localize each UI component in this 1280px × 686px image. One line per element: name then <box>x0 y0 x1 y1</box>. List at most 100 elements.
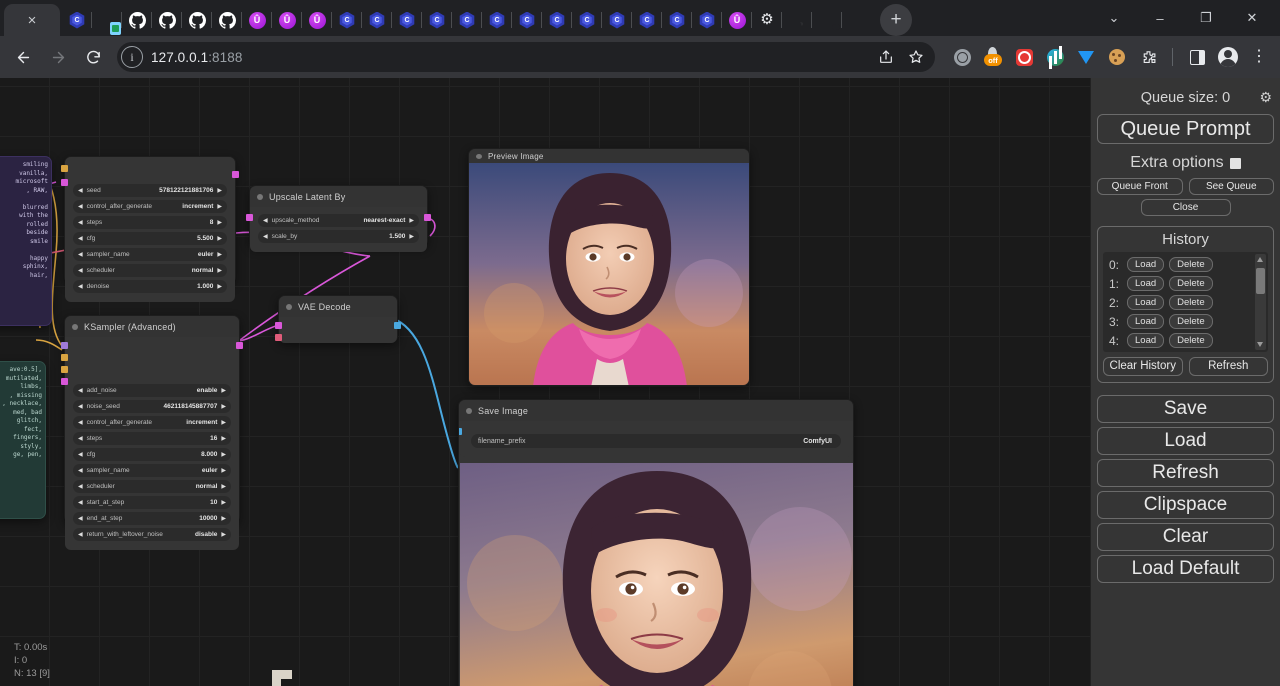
history-list[interactable]: 0:LoadDelete1:LoadDelete2:LoadDelete3:Lo… <box>1103 252 1268 352</box>
history-load-button[interactable]: Load <box>1127 295 1164 310</box>
history-load-button[interactable]: Load <box>1127 333 1164 348</box>
decrement-icon[interactable]: ◀ <box>78 403 83 410</box>
avatar[interactable] <box>1215 44 1241 70</box>
node-negative-prompt[interactable]: ave:0.5], mutilated, limbs, , missing , … <box>0 361 46 519</box>
queue-prompt-button[interactable]: Queue Prompt <box>1097 114 1274 144</box>
widget-scheduler[interactable]: ◀schedulernormal▶ <box>73 264 227 277</box>
share-icon[interactable] <box>873 44 899 70</box>
collapse-icon[interactable] <box>476 154 482 159</box>
port-input-samples[interactable] <box>275 322 282 329</box>
port-input-negative[interactable] <box>61 366 68 373</box>
decrement-icon[interactable]: ◀ <box>78 467 83 474</box>
pinned-tab-14[interactable]: C <box>482 4 512 36</box>
node-ksampler-basic[interactable]: ◀seed578122121881706▶◀control_after_gene… <box>64 156 236 284</box>
increment-icon[interactable]: ▶ <box>221 435 226 442</box>
widget-sampler_name[interactable]: ◀sampler_nameeuler▶ <box>73 248 227 261</box>
increment-icon[interactable]: ▶ <box>217 187 222 194</box>
widget-return_with_leftover_noise[interactable]: ◀return_with_leftover_noisedisable▶ <box>73 528 231 541</box>
port-output-latent[interactable] <box>232 171 239 178</box>
pinned-tab-18[interactable]: C <box>602 4 632 36</box>
increment-icon[interactable]: ▶ <box>221 499 226 506</box>
history-row[interactable]: 4:LoadDelete <box>1105 331 1266 350</box>
reload-icon[interactable] <box>78 42 108 72</box>
back-icon[interactable] <box>8 42 38 72</box>
increment-icon[interactable]: ▶ <box>409 233 414 240</box>
pinned-tab-21[interactable]: C <box>692 4 722 36</box>
save-image-title-bar[interactable]: Save Image <box>459 400 853 421</box>
refresh-button[interactable]: Refresh <box>1097 459 1274 487</box>
pinned-tab-7[interactable]: Û <box>272 4 302 36</box>
active-tab[interactable]: × <box>4 4 60 36</box>
pinned-tab-9[interactable]: C <box>332 4 362 36</box>
pinned-tab-4[interactable] <box>182 4 212 36</box>
pinned-tab-5[interactable] <box>212 4 242 36</box>
gem-extension-icon[interactable] <box>1073 44 1099 70</box>
negative-prompt-text[interactable]: ave:0.5], mutilated, limbs, , missing , … <box>0 362 45 464</box>
node-preview-image[interactable]: Preview Image <box>468 148 750 386</box>
vae-decode-title-bar[interactable]: VAE Decode <box>279 296 397 317</box>
pinned-tab-11[interactable]: C <box>392 4 422 36</box>
ksampler-advanced-title-bar[interactable]: KSampler (Advanced) <box>65 316 239 337</box>
decrement-icon[interactable]: ◀ <box>78 283 83 290</box>
decrement-icon[interactable]: ◀ <box>78 435 83 442</box>
refresh-history-button[interactable]: Refresh <box>1189 357 1269 376</box>
widget-denoise[interactable]: ◀denoise1.000▶ <box>73 280 227 293</box>
load-default-button[interactable]: Load Default <box>1097 555 1274 583</box>
forward-icon[interactable] <box>43 42 73 72</box>
decrement-icon[interactable]: ◀ <box>78 531 83 538</box>
history-load-button[interactable]: Load <box>1127 257 1164 272</box>
history-scrollbar[interactable] <box>1255 254 1266 350</box>
pinned-tab-22[interactable]: Û <box>722 4 752 36</box>
widget-steps[interactable]: ◀steps8▶ <box>73 216 227 229</box>
clear-button[interactable]: Clear <box>1097 523 1274 551</box>
history-delete-button[interactable]: Delete <box>1169 295 1212 310</box>
widget-steps[interactable]: ◀steps16▶ <box>73 432 231 445</box>
side-panel-icon[interactable] <box>1184 44 1210 70</box>
history-delete-button[interactable]: Delete <box>1169 314 1212 329</box>
port-output-latent[interactable] <box>424 214 431 221</box>
load-button[interactable]: Load <box>1097 427 1274 455</box>
translate-extension-icon[interactable] <box>1042 44 1068 70</box>
collapse-icon[interactable] <box>72 324 78 330</box>
scroll-up-icon[interactable] <box>1257 257 1263 262</box>
history-load-button[interactable]: Load <box>1127 314 1164 329</box>
collapse-icon[interactable] <box>286 304 292 310</box>
kebab-menu-icon[interactable]: ⋮ <box>1246 44 1272 70</box>
clear-history-button[interactable]: Clear History <box>1103 357 1183 376</box>
scroll-down-icon[interactable] <box>1257 342 1263 347</box>
preview-image-title-bar[interactable]: Preview Image <box>469 149 749 163</box>
pinned-tab-26[interactable] <box>842 4 872 36</box>
gear-icon[interactable]: ⚙ <box>1259 90 1272 104</box>
pinned-tab-15[interactable]: C <box>512 4 542 36</box>
minimize-icon[interactable]: – <box>1138 1 1182 35</box>
pinned-tab-3[interactable] <box>152 4 182 36</box>
puzzle-extensions-icon[interactable] <box>1135 44 1161 70</box>
port-output-image[interactable] <box>394 322 401 329</box>
increment-icon[interactable]: ▶ <box>221 483 226 490</box>
widget-sampler_name[interactable]: ◀sampler_nameeuler▶ <box>73 464 231 477</box>
pinned-tab-19[interactable]: C <box>632 4 662 36</box>
widget-control_after_generate[interactable]: ◀control_after_generateincrement▶ <box>73 416 231 429</box>
increment-icon[interactable]: ▶ <box>217 203 222 210</box>
widget-control_after_generate[interactable]: ◀control_after_generateincrement▶ <box>73 200 227 213</box>
pinned-tab-1[interactable] <box>92 4 122 36</box>
decrement-icon[interactable]: ◀ <box>78 483 83 490</box>
increment-icon[interactable]: ▶ <box>221 467 226 474</box>
history-row[interactable]: 3:LoadDelete <box>1105 312 1266 331</box>
node-upscale-latent-by[interactable]: Upscale Latent By ◀upscale_methodnearest… <box>249 185 428 247</box>
history-row[interactable]: 1:LoadDelete <box>1105 274 1266 293</box>
pinned-tab-25[interactable] <box>812 4 842 36</box>
save-button[interactable]: Save <box>1097 395 1274 423</box>
save-image-canvas[interactable] <box>460 463 854 686</box>
widget-scale_by[interactable]: ◀scale_by1.500▶ <box>258 230 419 243</box>
preview-image-canvas[interactable] <box>469 163 750 386</box>
queue-front-button[interactable]: Queue Front <box>1097 178 1183 195</box>
widget-end_at_step[interactable]: ◀end_at_step10000▶ <box>73 512 231 525</box>
close-icon[interactable]: × <box>28 13 37 28</box>
history-load-button[interactable]: Load <box>1127 276 1164 291</box>
increment-icon[interactable]: ▶ <box>221 515 226 522</box>
increment-icon[interactable]: ▶ <box>409 217 414 224</box>
widget-cfg[interactable]: ◀cfg8.000▶ <box>73 448 231 461</box>
widget-scheduler[interactable]: ◀schedulernormal▶ <box>73 480 231 493</box>
node-vae-decode[interactable]: VAE Decode <box>278 295 398 343</box>
